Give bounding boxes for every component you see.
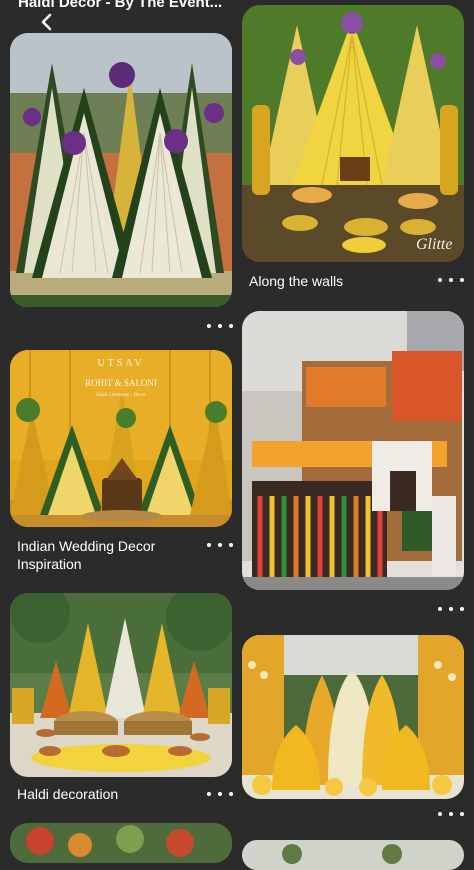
dot-icon (218, 792, 222, 796)
pin-card[interactable] (10, 823, 232, 863)
sign-text-utsav: UTSAV (97, 358, 144, 369)
pin-card[interactable]: Glitte Along the walls (242, 5, 464, 295)
pin-title[interactable]: Along the walls (249, 272, 429, 290)
dot-icon (207, 324, 211, 328)
pin-image[interactable]: UTSAV ROHIT & SALONI Haldi Ceremony · De… (10, 350, 232, 527)
dot-icon (460, 812, 464, 816)
more-options-button[interactable] (438, 273, 464, 287)
pin-image[interactable] (10, 33, 232, 307)
pin-title[interactable]: Haldi decoration (17, 785, 207, 803)
dot-icon (449, 607, 453, 611)
chevron-left-icon (41, 13, 52, 31)
pin-image[interactable] (242, 840, 464, 870)
back-button[interactable] (34, 10, 58, 34)
dot-icon (438, 812, 442, 816)
pin-card[interactable] (242, 840, 464, 870)
pin-image[interactable] (10, 823, 232, 863)
dot-icon (438, 607, 442, 611)
dot-icon (229, 543, 233, 547)
dot-icon (218, 324, 222, 328)
pin-image[interactable] (10, 593, 232, 777)
dot-icon (449, 278, 453, 282)
dot-icon (438, 278, 442, 282)
pin-image[interactable]: Glitte (242, 5, 464, 262)
pin-card[interactable]: UTSAV ROHIT & SALONI Haldi Ceremony · De… (10, 350, 233, 580)
more-options-button[interactable] (207, 538, 233, 552)
dot-icon (207, 792, 211, 796)
watermark-text: Glitte (416, 236, 452, 253)
more-options-button[interactable] (207, 319, 233, 333)
pin-card[interactable]: Haldi decoration (10, 593, 233, 808)
dot-icon (229, 324, 233, 328)
sign-text-names: ROHIT & SALONI (85, 378, 157, 388)
pin-card[interactable] (242, 311, 464, 616)
dot-icon (229, 792, 233, 796)
dot-icon (460, 278, 464, 282)
sign-text-sub: Haldi Ceremony · Decor (96, 393, 146, 398)
dot-icon (218, 543, 222, 547)
more-options-button[interactable] (438, 602, 464, 616)
pin-card[interactable] (242, 635, 464, 830)
pin-card[interactable] (10, 33, 233, 338)
more-options-button[interactable] (207, 787, 233, 801)
pin-title[interactable]: Indian Wedding Decor Inspiration (17, 537, 207, 573)
more-options-button[interactable] (438, 807, 464, 821)
pin-image[interactable] (242, 311, 464, 590)
dot-icon (207, 543, 211, 547)
dot-icon (460, 607, 464, 611)
dot-icon (449, 812, 453, 816)
pin-image[interactable] (242, 635, 464, 799)
